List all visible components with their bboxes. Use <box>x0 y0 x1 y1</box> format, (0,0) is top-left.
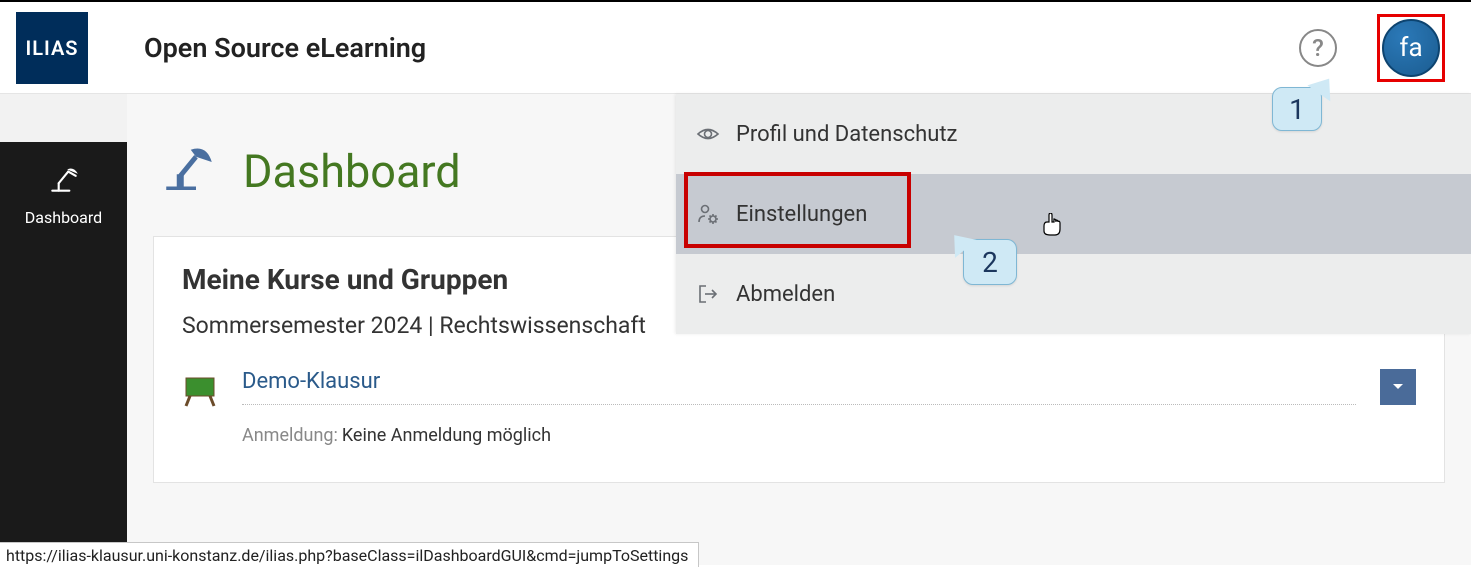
course-meta-label: Anmeldung: <box>242 425 338 446</box>
chevron-down-icon <box>1392 383 1404 391</box>
layout: Dashboard Dashboard Meine Kurse und Grup… <box>0 94 1471 565</box>
header: ILIAS Open Source eLearning ? fa <box>0 2 1471 94</box>
logout-icon <box>696 282 722 306</box>
avatar-highlight: fa <box>1377 14 1445 82</box>
page-icon <box>161 142 217 200</box>
lamp-icon <box>47 164 81 198</box>
avatar-initials: fa <box>1399 33 1422 63</box>
callout-1-text: 1 <box>1289 93 1305 126</box>
callout-2: 2 <box>963 239 1017 285</box>
dropdown-item-logout[interactable]: Abmelden <box>676 254 1471 334</box>
help-symbol: ? <box>1312 34 1324 62</box>
dropdown-label: Abmelden <box>736 282 835 307</box>
logo[interactable]: ILIAS <box>16 12 88 84</box>
course-action-button[interactable] <box>1380 369 1416 405</box>
dropdown-item-settings[interactable]: Einstellungen <box>676 174 1471 254</box>
dropdown-label: Einstellungen <box>736 202 867 227</box>
sidebar-label: Dashboard <box>25 208 102 227</box>
course-icon <box>182 373 218 409</box>
course-link[interactable]: Demo-Klausur <box>242 369 380 394</box>
header-right: ? fa <box>1299 14 1445 82</box>
app-title: Open Source eLearning <box>144 32 426 64</box>
course-meta-value: Keine Anmeldung möglich <box>342 425 551 446</box>
dropdown-label: Profil und Datenschutz <box>736 122 957 147</box>
help-icon[interactable]: ? <box>1299 29 1337 67</box>
logo-text: ILIAS <box>25 36 78 60</box>
user-dropdown: Profil und Datenschutz Einstellungen <box>676 94 1471 334</box>
course-divider <box>242 404 1356 405</box>
cursor-icon <box>1042 213 1062 237</box>
callout-2-text: 2 <box>982 246 998 279</box>
dropdown-item-profile[interactable]: Profil und Datenschutz <box>676 94 1471 174</box>
course-row: Demo-Klausur Anmeldung: Keine Anmeldung … <box>182 359 1416 446</box>
course-info: Demo-Klausur Anmeldung: Keine Anmeldung … <box>242 369 1356 446</box>
user-gear-icon <box>696 202 722 226</box>
eye-icon <box>696 122 722 146</box>
sidebar-rest <box>0 248 127 565</box>
sidebar: Dashboard <box>0 94 127 565</box>
status-bar-url: https://ilias-klausur.uni-konstanz.de/il… <box>0 542 699 567</box>
sidebar-item-dashboard[interactable]: Dashboard <box>0 142 127 248</box>
page-title: Dashboard <box>243 145 461 198</box>
callout-1: 1 <box>1272 87 1322 131</box>
avatar[interactable]: fa <box>1382 19 1440 77</box>
main: Dashboard Meine Kurse und Gruppen Sommer… <box>127 94 1471 565</box>
